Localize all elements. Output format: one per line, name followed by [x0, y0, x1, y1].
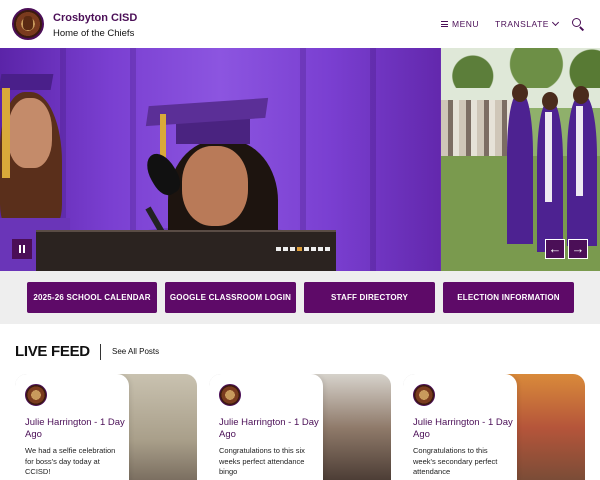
post-photo	[117, 374, 197, 480]
post-content: Julie Harrington - 1 Day Ago Congratulat…	[209, 374, 323, 480]
graduate-stole	[545, 112, 552, 202]
feed-post-card[interactable]: Julie Harrington - 1 Day Ago We had a se…	[15, 374, 197, 480]
arrow-left-icon: ←	[548, 241, 562, 256]
podium	[36, 232, 336, 271]
graduate-stole	[576, 106, 583, 196]
site-header: Crosbyton CISD Home of the Chiefs MENU T…	[0, 0, 600, 48]
school-calendar-button[interactable]: 2025-26 SCHOOL CALENDAR	[27, 282, 157, 313]
menu-icon	[441, 21, 448, 27]
district-logo-icon[interactable]	[12, 8, 44, 40]
tassel	[2, 88, 10, 178]
post-text: Congratulations to this week's secondary…	[413, 446, 498, 476]
live-feed-section: LIVE FEED See All Posts Julie Harrington…	[0, 324, 600, 480]
graduate-figure	[507, 94, 533, 244]
translate-button[interactable]: TRANSLATE	[495, 18, 559, 29]
trees	[441, 48, 600, 88]
slide-indicator-dot[interactable]	[283, 247, 288, 251]
post-text: We had a selfie celebration for boss's d…	[25, 446, 116, 476]
slide-indicator-dot[interactable]	[318, 247, 323, 251]
district-logo-icon	[25, 384, 47, 406]
post-author[interactable]: Julie Harrington - 1 Day Ago	[413, 417, 513, 441]
graduate-head	[512, 84, 528, 102]
hero-slideshow: ← →	[0, 48, 600, 271]
graduate-left-face	[8, 98, 52, 168]
post-author[interactable]: Julie Harrington - 1 Day Ago	[219, 417, 319, 441]
feed-post-card[interactable]: Julie Harrington - 1 Day Ago Congratulat…	[403, 374, 585, 480]
slide-indicator-dot[interactable]	[304, 247, 309, 251]
google-classroom-button[interactable]: GOOGLE CLASSROOM LOGIN	[165, 282, 296, 313]
slide-indicators	[276, 247, 330, 251]
post-author[interactable]: Julie Harrington - 1 Day Ago	[25, 417, 125, 441]
translate-label: TRANSLATE	[495, 19, 549, 29]
slide-indicator-dot[interactable]	[276, 247, 281, 251]
hero-image-next	[441, 48, 600, 271]
slide-indicator-dot[interactable]	[325, 247, 330, 251]
slide-indicator-dot[interactable]	[297, 247, 302, 251]
hero-image-graduation	[0, 48, 440, 271]
quick-links-bar: 2025-26 SCHOOL CALENDAR GOOGLE CLASSROOM…	[0, 271, 600, 324]
post-content: Julie Harrington - 1 Day Ago Congratulat…	[403, 374, 517, 480]
post-content: Julie Harrington - 1 Day Ago We had a se…	[15, 374, 129, 480]
feed-post-card[interactable]: Julie Harrington - 1 Day Ago Congratulat…	[209, 374, 391, 480]
post-text: Congratulations to this six weeks perfec…	[219, 446, 305, 476]
search-button[interactable]	[572, 18, 585, 31]
district-logo-icon	[413, 384, 435, 406]
slide-indicator-dot[interactable]	[290, 247, 295, 251]
previous-slide-button[interactable]: ←	[545, 239, 565, 259]
next-slide-button[interactable]: →	[568, 239, 588, 259]
pause-icon	[19, 245, 21, 253]
divider	[100, 344, 101, 360]
graduate-head	[573, 86, 589, 104]
district-logo-icon	[219, 384, 241, 406]
chevron-down-icon	[551, 18, 559, 27]
curtain-fold	[370, 48, 376, 271]
graduate-head	[542, 92, 558, 110]
post-photo	[505, 374, 585, 480]
election-information-button[interactable]: ELECTION INFORMATION	[443, 282, 574, 313]
slide-indicator-dot[interactable]	[311, 247, 316, 251]
site-title[interactable]: Crosbyton CISD	[53, 12, 137, 24]
post-photo	[311, 374, 391, 480]
see-all-posts-link[interactable]: See All Posts	[112, 347, 159, 356]
graduate-center-face	[182, 146, 248, 226]
pause-icon	[23, 245, 25, 253]
staff-directory-button[interactable]: STAFF DIRECTORY	[304, 282, 435, 313]
menu-label: MENU	[452, 19, 480, 29]
pause-button[interactable]	[12, 239, 32, 259]
menu-button[interactable]: MENU	[441, 19, 479, 29]
site-subtitle: Home of the Chiefs	[53, 28, 135, 39]
live-feed-title: LIVE FEED	[15, 343, 90, 360]
arrow-right-icon: →	[571, 241, 585, 256]
search-icon-handle	[579, 26, 585, 31]
